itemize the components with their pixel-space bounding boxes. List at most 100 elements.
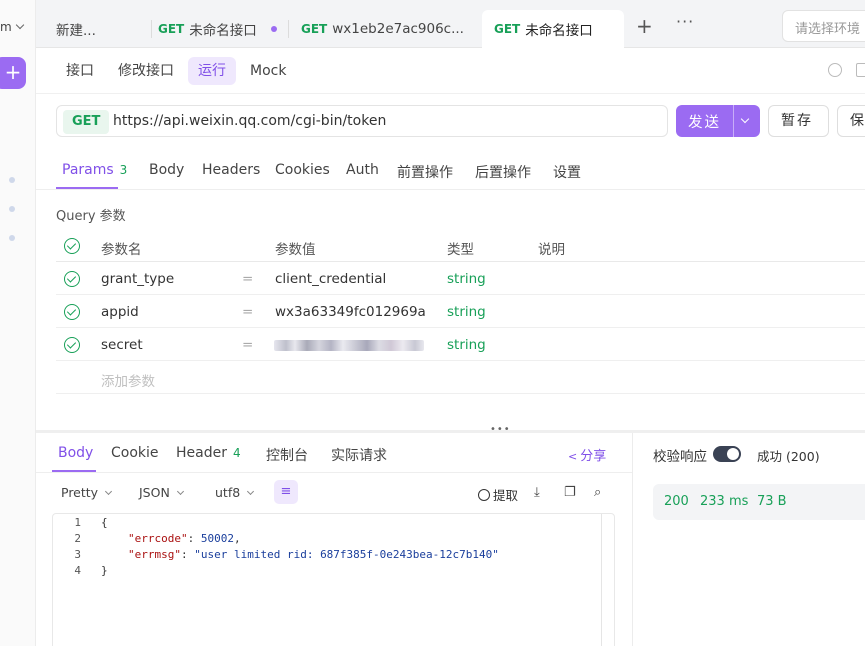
resp-tab-header-label: Header: [176, 445, 227, 461]
tab-body[interactable]: Body: [149, 162, 184, 178]
column-header: 参数值: [275, 242, 316, 258]
workspace-selector[interactable]: m: [0, 20, 24, 34]
more-icon[interactable]: ···: [676, 12, 694, 31]
code-line: 2 "errcode": 50002,: [53, 532, 614, 548]
tab-settings[interactable]: 设置: [553, 162, 581, 182]
params-count-badge: 3: [119, 163, 128, 177]
code-text: "errcode": 50002,: [128, 532, 241, 545]
row-checkbox[interactable]: [64, 304, 80, 320]
validate-toggle[interactable]: [713, 446, 741, 462]
save-button[interactable]: 保存: [837, 105, 865, 137]
tab-pre-processor[interactable]: 前置操作: [397, 162, 453, 182]
tab-post-processor[interactable]: 后置操作: [475, 162, 531, 182]
add-param-input[interactable]: 添加参数: [101, 370, 155, 390]
view-tabs: 接口 修改接口 运行 Mock: [36, 48, 865, 94]
subtab-run[interactable]: 运行: [188, 57, 236, 85]
chevron-down-icon: [105, 487, 113, 496]
chevron-down-icon: [15, 20, 24, 30]
query-params-title: Query 参数: [56, 209, 126, 224]
param-type[interactable]: string: [447, 271, 486, 287]
toggle-knob: [727, 448, 739, 460]
masked-secret-value[interactable]: [274, 340, 424, 351]
param-value[interactable]: wx3a63349fc012969a: [275, 304, 426, 320]
editor-scrollbar[interactable]: [601, 514, 602, 646]
tab-headers[interactable]: Headers: [202, 162, 260, 178]
param-value[interactable]: client_credential: [275, 271, 386, 287]
tree-dot-icon: [9, 206, 15, 212]
param-name[interactable]: appid: [101, 304, 139, 320]
request-tabs: Params 3 Body Headers Cookies Auth 前置操作 后…: [36, 150, 865, 190]
send-divider: [733, 105, 734, 137]
resp-tab-console[interactable]: 控制台: [266, 445, 308, 465]
row-checkbox[interactable]: [64, 337, 80, 353]
status-text: 成功 (200): [757, 449, 820, 464]
line-number: 1: [74, 516, 81, 529]
resp-tab-header[interactable]: Header 4: [176, 445, 241, 461]
param-name[interactable]: grant_type: [101, 271, 174, 287]
encoding-label: utf8: [215, 485, 241, 500]
save-temp-button[interactable]: 暂存: [768, 105, 829, 137]
tab-wx-request[interactable]: GET wx1eb2e7ac906c...: [289, 10, 479, 48]
url-input-group[interactable]: GET https://api.weixin.qq.com/cgi-bin/to…: [56, 105, 668, 137]
code-text: }: [101, 564, 108, 577]
copy-icon[interactable]: [856, 63, 865, 77]
json-key: "errmsg": [128, 548, 181, 561]
extract-button[interactable]: 提取: [478, 485, 518, 504]
environment-select[interactable]: 请选择环境: [782, 10, 865, 42]
column-header: 类型: [447, 242, 474, 258]
param-type[interactable]: string: [447, 337, 486, 353]
select-all-checkbox[interactable]: [64, 238, 80, 254]
json-sep: :: [180, 548, 195, 561]
subtab-api[interactable]: 接口: [56, 57, 104, 85]
resp-tab-cookie[interactable]: Cookie: [111, 445, 159, 461]
subtab-edit-api[interactable]: 修改接口: [108, 57, 184, 85]
code-line: 4 }: [53, 564, 614, 580]
param-type[interactable]: string: [447, 304, 486, 320]
json-key: "errcode": [128, 532, 188, 545]
json-value: 50002: [200, 532, 234, 545]
response-panel: Body Cookie Header 4 控制台 实际请求 < 分享 Pretty …: [36, 433, 632, 646]
resp-tab-actual-request[interactable]: 实际请求: [331, 445, 387, 465]
response-time: 233 ms: [700, 494, 749, 509]
method-select[interactable]: GET: [63, 110, 110, 134]
resp-tab-body[interactable]: Body: [58, 445, 93, 461]
download-icon[interactable]: ⤓: [534, 485, 540, 500]
table-row: appid = wx3a63349fc012969a string: [56, 295, 865, 328]
response-validation-panel: 校验响应 成功 (200) 200 233 ms 73 B: [632, 433, 865, 646]
history-icon[interactable]: [828, 63, 842, 77]
format-select[interactable]: JSON: [139, 485, 184, 500]
tree-dot-icon: [9, 177, 15, 183]
tab-new[interactable]: 新建...: [44, 10, 152, 48]
tab-params[interactable]: Params 3: [62, 162, 127, 178]
tab-cookies[interactable]: Cookies: [275, 162, 330, 178]
unsaved-dot-icon: [270, 26, 277, 32]
tab-unnamed-unsaved[interactable]: GET 未命名接口: [146, 10, 289, 48]
subtab-mock[interactable]: Mock: [240, 57, 296, 85]
pretty-select[interactable]: Pretty: [61, 485, 113, 500]
tab-label: 新建...: [56, 23, 96, 39]
add-tab-button[interactable]: +: [636, 14, 653, 38]
encoding-select[interactable]: utf8: [215, 485, 255, 500]
response-tabs: Body Cookie Header 4 控制台 实际请求 < 分享: [36, 433, 632, 473]
copy-icon[interactable]: ❐: [564, 485, 576, 500]
row-checkbox[interactable]: [64, 271, 80, 287]
search-icon[interactable]: ⌕: [594, 485, 601, 500]
wrap-lines-icon[interactable]: ≡: [274, 480, 298, 504]
tab-label: 未命名接口: [189, 23, 257, 39]
tab-auth[interactable]: Auth: [346, 162, 379, 178]
add-button[interactable]: +: [0, 57, 26, 89]
url-input[interactable]: https://api.weixin.qq.com/cgi-bin/token: [113, 113, 386, 129]
chevron-down-icon[interactable]: [740, 114, 750, 124]
table-row-add: 添加参数: [56, 361, 865, 394]
response-body-editor[interactable]: 1 { 2 "errcode": 50002, 3 "errmsg": "use…: [52, 513, 615, 646]
send-label: 发送: [688, 115, 721, 131]
header-count-badge: 4: [232, 446, 241, 460]
send-button[interactable]: 发送: [676, 105, 760, 137]
param-name[interactable]: secret: [101, 337, 143, 353]
response-metrics: 200 233 ms 73 B: [653, 484, 865, 520]
equals-sign: =: [242, 271, 254, 287]
json-end: ,: [233, 532, 241, 545]
table-row: grant_type = client_credential string: [56, 262, 865, 295]
tab-unnamed-active[interactable]: GET 未命名接口: [482, 10, 624, 48]
share-button[interactable]: < 分享: [568, 445, 606, 464]
